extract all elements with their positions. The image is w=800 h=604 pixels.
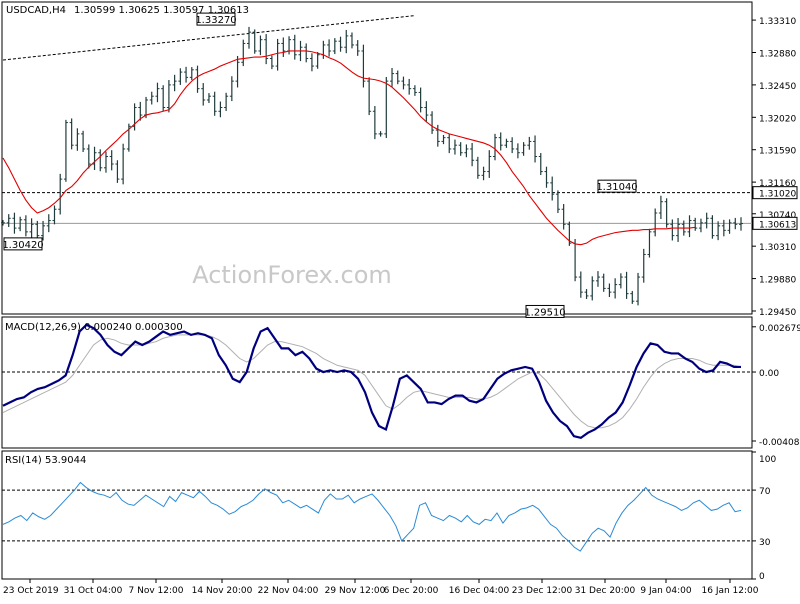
rsi-axis-label: 30 xyxy=(759,538,771,548)
time-axis-label: 6 Dec 20:00 xyxy=(384,586,439,596)
price-callout: 1.30420 xyxy=(2,237,44,251)
time-axis-label: 22 Nov 04:00 xyxy=(258,586,319,596)
time-axis-label: 29 Nov 12:00 xyxy=(325,586,386,596)
chart-canvas: ActionForex.com USDCAD,H4 1.30599 1.3062… xyxy=(0,0,800,600)
price-axis-label: 1.32020 xyxy=(759,114,796,124)
time-axis-label: 31 Dec 20:00 xyxy=(575,586,636,596)
price-callout: 1.31040 xyxy=(596,179,638,193)
level-badge: 1.31020 xyxy=(752,186,798,200)
callout-label: 1.29510 xyxy=(524,307,565,318)
rsi-axis-label: 70 xyxy=(759,487,771,497)
callout-label: 1.30420 xyxy=(2,240,43,251)
price-axis-label: 1.29450 xyxy=(759,308,796,318)
level-badge-label: 1.30613 xyxy=(759,220,796,230)
symbol-label: USDCAD,H4 xyxy=(6,5,66,16)
level-badge-label: 1.31020 xyxy=(759,190,796,200)
macd-axis-label: -0.004086 xyxy=(759,438,800,448)
time-axis-label: 16 Dec 04:00 xyxy=(449,586,510,596)
price-axis-label: 1.29880 xyxy=(759,276,796,286)
watermark-text: ActionForex.com xyxy=(192,261,392,289)
price-axis-label: 1.31590 xyxy=(759,147,796,157)
price-callout: 1.29510 xyxy=(524,304,566,318)
price-axis-label: 1.33310 xyxy=(759,17,796,27)
callout-label: 1.33270 xyxy=(195,15,236,26)
macd-axis-label: 0.002679 xyxy=(759,324,800,334)
price-axis-label: 1.32880 xyxy=(759,49,796,59)
rsi-title: RSI(14) 53.9044 xyxy=(5,455,86,466)
time-axis-label: 31 Oct 04:00 xyxy=(64,586,123,596)
price-callout: 1.33270 xyxy=(195,12,237,26)
macd-axis-label: 0.00 xyxy=(759,369,779,379)
level-badge: 1.30613 xyxy=(752,216,798,230)
callout-label: 1.31040 xyxy=(596,182,637,193)
macd-title: MACD(12,26,9) 0.000240 0.000300 xyxy=(5,322,183,333)
time-axis-label: 23 Oct 2019 xyxy=(3,586,59,596)
time-axis-label: 16 Jan 12:00 xyxy=(702,586,759,596)
time-axis-label: 7 Nov 12:00 xyxy=(129,586,184,596)
price-axis-label: 1.32450 xyxy=(759,82,796,92)
rsi-axis-label: 0 xyxy=(759,572,765,582)
rsi-axis-label: 100 xyxy=(759,455,776,465)
chart-window: ActionForex.com USDCAD,H4 1.30599 1.3062… xyxy=(0,0,800,600)
price-axis-label: 1.30310 xyxy=(759,243,796,253)
time-axis-label: 9 Jan 04:00 xyxy=(640,586,692,596)
time-axis-label: 23 Dec 12:00 xyxy=(512,586,573,596)
time-axis-label: 14 Nov 20:00 xyxy=(192,586,253,596)
